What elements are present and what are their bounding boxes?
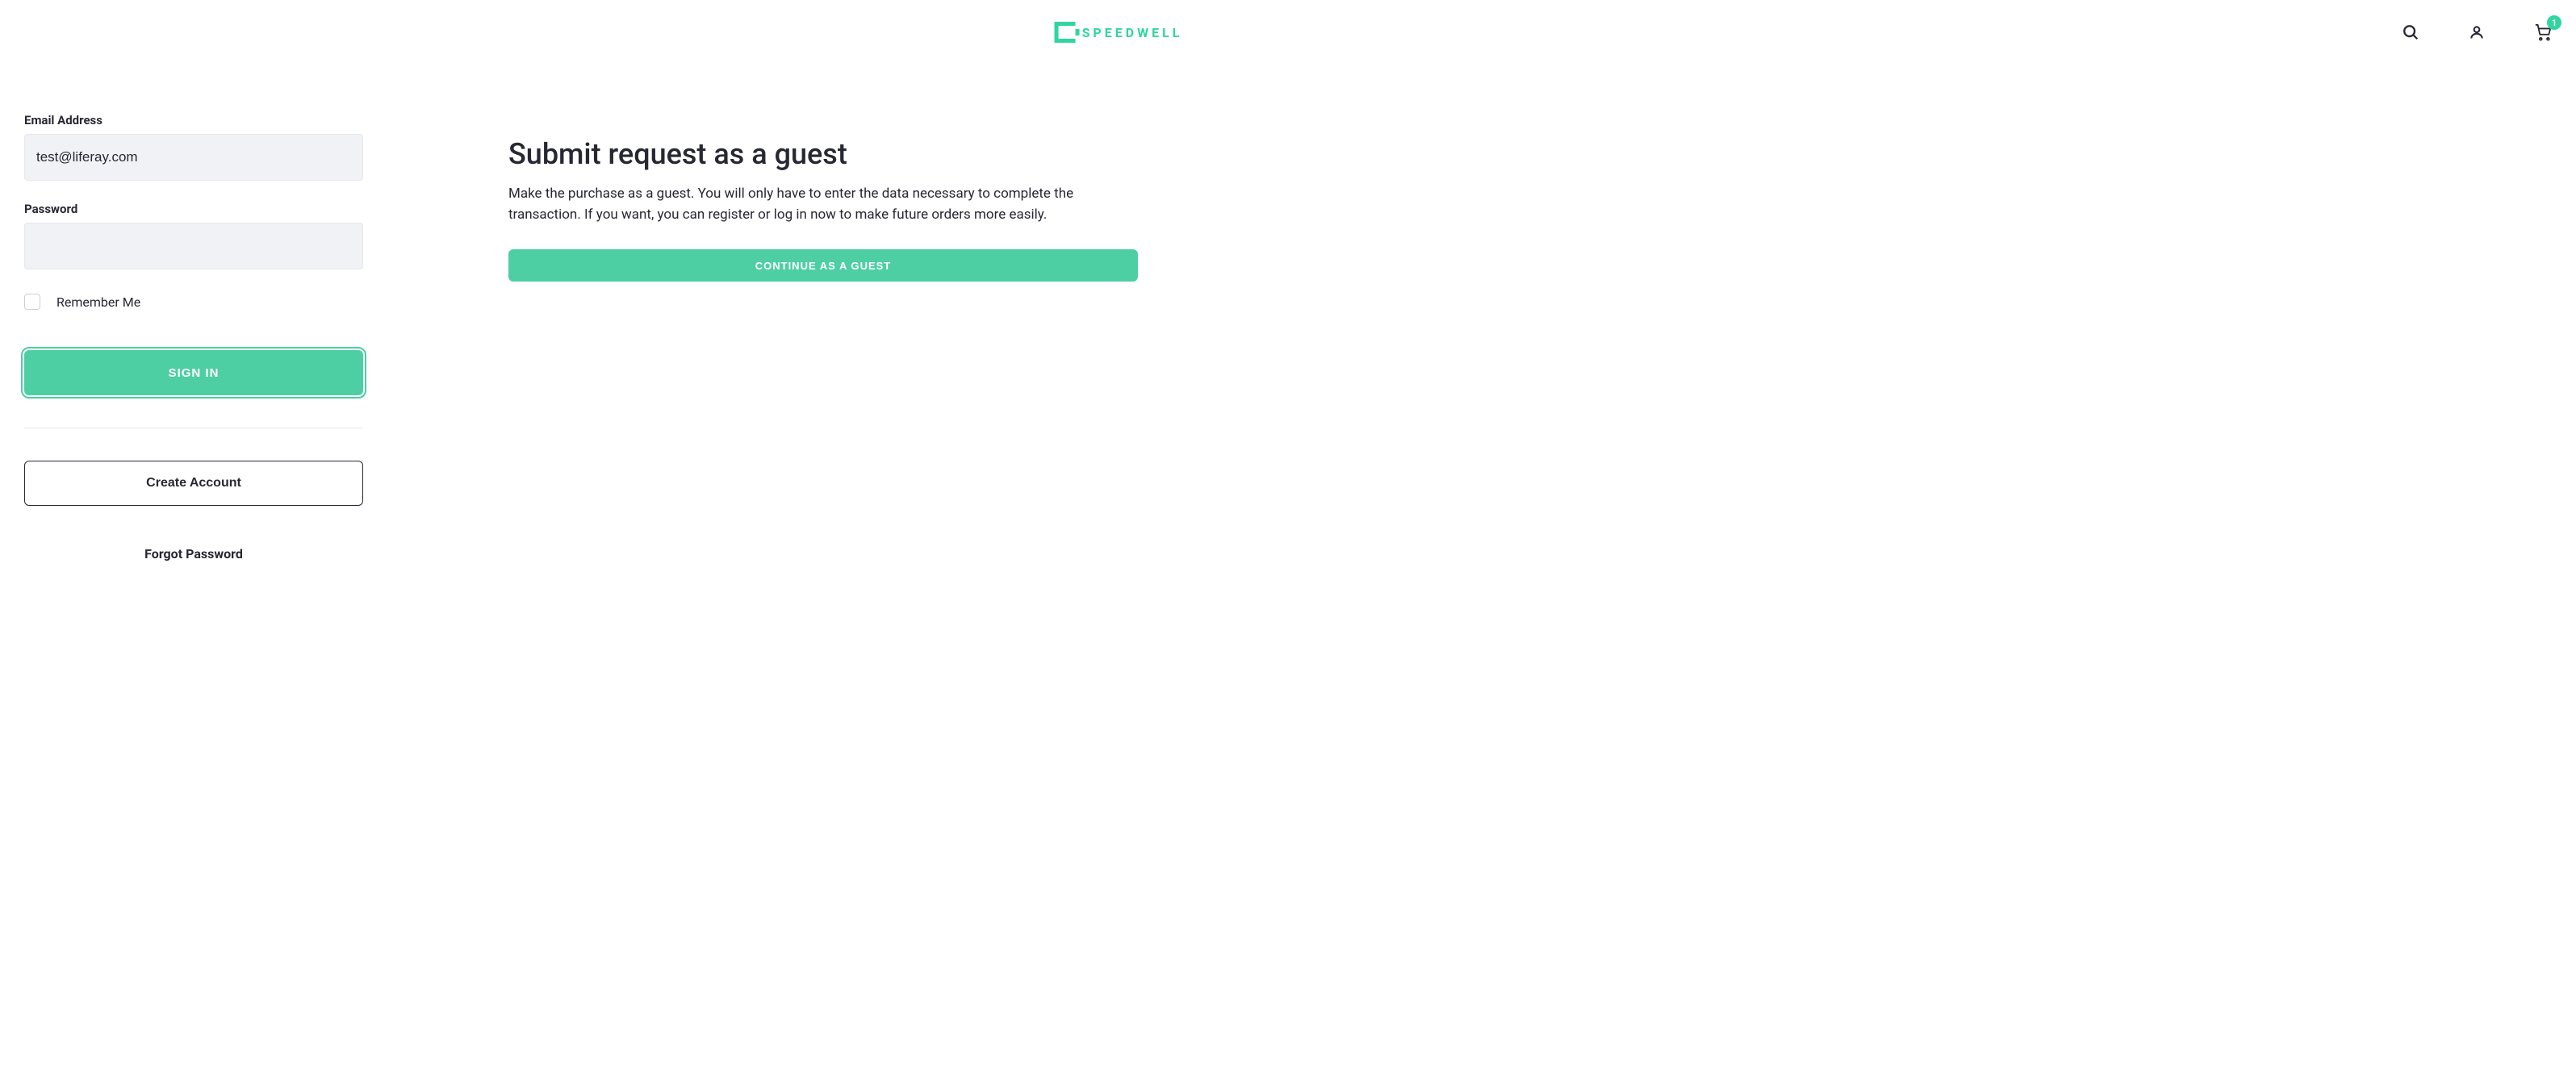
header-actions: 1 [2402,23,2552,41]
email-field[interactable] [24,134,363,181]
guest-title: Submit request as a guest [508,137,1138,171]
logo-mark-icon [1055,22,1076,43]
continue-as-guest-button[interactable]: Continue as a Guest [508,249,1138,282]
search-icon[interactable] [2402,23,2419,41]
email-label: Email Address [24,113,363,127]
password-label: Password [24,202,363,216]
signin-button[interactable]: Sign In [24,350,363,395]
login-form: Email Address Password Remember Me Sign … [24,113,363,561]
create-account-button[interactable]: Create Account [24,461,363,506]
brand-name: SPEEDWELL [1082,25,1183,40]
header: SPEEDWELL 1 [0,0,2576,65]
main-content: Email Address Password Remember Me Sign … [0,65,1259,610]
guest-description: Make the purchase as a guest. You will o… [508,184,1138,225]
forgot-password-link[interactable]: Forgot Password [24,546,363,561]
remember-me-row: Remember Me [24,294,363,310]
cart-icon[interactable]: 1 [2534,23,2552,41]
cart-count-badge: 1 [2547,15,2561,30]
brand-logo[interactable]: SPEEDWELL [1055,22,1183,43]
user-icon[interactable] [2468,23,2486,41]
password-field[interactable] [24,223,363,269]
remember-me-label: Remember Me [56,294,140,310]
remember-me-checkbox[interactable] [24,294,40,310]
guest-section: Submit request as a guest Make the purch… [508,113,1138,561]
